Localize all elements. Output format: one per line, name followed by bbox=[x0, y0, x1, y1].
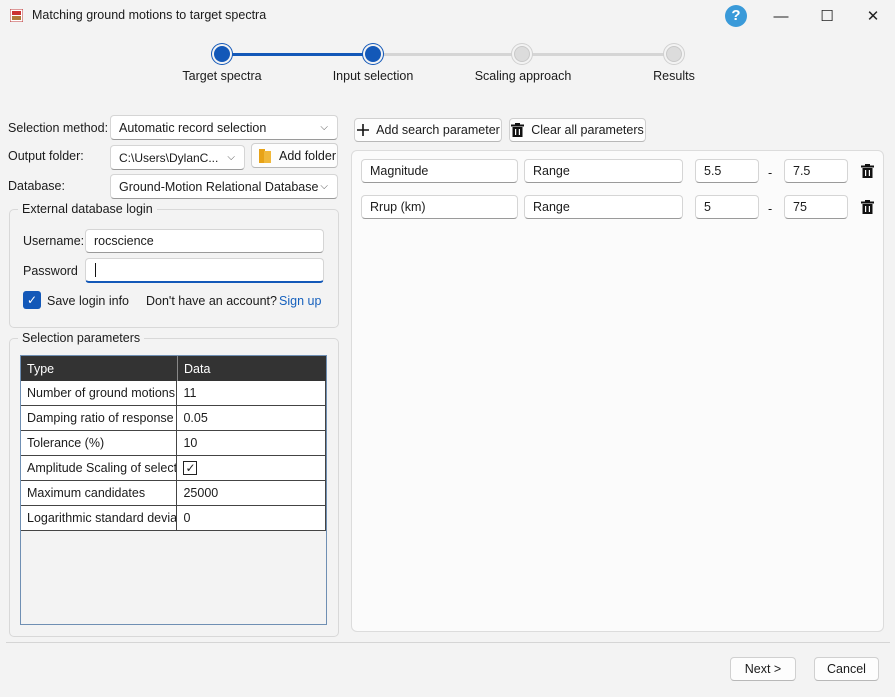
search-param-name: Rrup (km) bbox=[370, 200, 426, 214]
trash-icon bbox=[860, 200, 874, 214]
trash-icon bbox=[860, 164, 874, 178]
step-label-scaling-approach: Scaling approach bbox=[474, 69, 572, 83]
chevron-down-icon: ⌵ bbox=[320, 180, 328, 192]
search-param-max: 75 bbox=[793, 200, 807, 214]
save-login-label: Save login info bbox=[47, 294, 130, 308]
stepper-progress-line bbox=[222, 53, 374, 56]
table-row: Amplitude Scaling of selecte ✓ bbox=[21, 456, 326, 481]
column-header-type[interactable]: Type bbox=[21, 356, 178, 381]
help-icon[interactable]: ? bbox=[725, 5, 747, 27]
search-param-mode: Range bbox=[533, 200, 570, 214]
search-param-mode: Range bbox=[533, 164, 570, 178]
close-button[interactable]: ✕ bbox=[850, 0, 895, 32]
search-param-name: Magnitude bbox=[370, 164, 429, 178]
window-title: Matching ground motions to target spectr… bbox=[32, 8, 267, 22]
column-header-data[interactable]: Data bbox=[178, 356, 326, 381]
table-row: Maximum candidates 25000 bbox=[21, 481, 326, 506]
param-data-cell[interactable]: ✓ bbox=[177, 456, 326, 481]
table-row: Damping ratio of response s 0.05 bbox=[21, 406, 326, 431]
step-dot-input-selection[interactable] bbox=[365, 46, 381, 62]
clear-all-parameters-label: Clear all parameters bbox=[531, 123, 644, 137]
param-type-cell[interactable]: Number of ground motions bbox=[21, 381, 178, 406]
table-row: Tolerance (%) 10 bbox=[21, 431, 326, 456]
delete-row-button[interactable] bbox=[856, 196, 878, 218]
param-type-cell[interactable]: Amplitude Scaling of selecte bbox=[21, 456, 178, 481]
minimize-button[interactable]: — bbox=[758, 0, 804, 32]
selection-parameters-table: Type Data Number of ground motions 11 Da… bbox=[20, 355, 327, 625]
maximize-button[interactable]: ☐ bbox=[804, 0, 850, 32]
chevron-down-icon: ⌵ bbox=[320, 121, 328, 133]
folder-icon bbox=[259, 148, 271, 163]
search-param-min-input[interactable]: 5 bbox=[695, 195, 759, 219]
search-param-max: 7.5 bbox=[793, 164, 811, 178]
search-param-name-field[interactable]: Magnitude bbox=[361, 159, 518, 183]
username-label: Username: bbox=[23, 234, 85, 248]
output-folder-select[interactable]: C:\Users\DylanC... ⌵ bbox=[110, 145, 245, 170]
range-separator: - bbox=[768, 202, 773, 216]
table-row: Logarithmic standard deviati 0 bbox=[21, 506, 326, 531]
param-type-cell[interactable]: Logarithmic standard deviati bbox=[21, 506, 178, 531]
param-data-cell[interactable]: 25000 bbox=[177, 481, 326, 506]
password-input[interactable] bbox=[85, 258, 324, 283]
search-param-min: 5.5 bbox=[704, 164, 722, 178]
selection-parameters-title: Selection parameters bbox=[18, 331, 145, 345]
step-label-input-selection: Input selection bbox=[332, 69, 414, 83]
amplitude-scaling-checkbox[interactable]: ✓ bbox=[183, 461, 198, 475]
param-data-cell[interactable]: 11 bbox=[177, 381, 326, 406]
next-button[interactable]: Next > bbox=[730, 657, 796, 681]
add-search-parameter-label: Add search parameter bbox=[376, 123, 500, 137]
delete-row-button[interactable] bbox=[856, 160, 878, 182]
username-value: rocscience bbox=[94, 234, 154, 248]
param-type-cell[interactable]: Tolerance (%) bbox=[21, 431, 178, 456]
param-data-cell[interactable]: 0.05 bbox=[177, 406, 326, 431]
add-search-parameter-button[interactable]: Add search parameter bbox=[354, 118, 502, 142]
table-row: Number of ground motions 11 bbox=[21, 381, 326, 406]
step-dot-results[interactable] bbox=[666, 46, 682, 62]
trash-icon bbox=[511, 123, 525, 137]
add-folder-button[interactable]: Add folder bbox=[251, 143, 338, 168]
output-folder-label: Output folder: bbox=[8, 149, 84, 163]
database-label: Database: bbox=[8, 179, 65, 193]
search-param-min-input[interactable]: 5.5 bbox=[695, 159, 759, 183]
username-input[interactable]: rocscience bbox=[85, 229, 324, 253]
search-param-max-input[interactable]: 7.5 bbox=[784, 159, 848, 183]
add-folder-label: Add folder bbox=[279, 148, 336, 163]
password-label: Password bbox=[23, 264, 78, 278]
chevron-down-icon: ⌵ bbox=[227, 151, 235, 163]
selection-method-select[interactable]: Automatic record selection ⌵ bbox=[110, 115, 338, 140]
param-data-cell[interactable]: 10 bbox=[177, 431, 326, 456]
step-label-results: Results bbox=[653, 69, 695, 83]
search-param-name-field[interactable]: Rrup (km) bbox=[361, 195, 518, 219]
selection-method-label: Selection method: bbox=[8, 121, 109, 135]
footer-divider bbox=[6, 642, 890, 643]
search-param-mode-field[interactable]: Range bbox=[524, 195, 683, 219]
search-param-mode-field[interactable]: Range bbox=[524, 159, 683, 183]
cancel-button[interactable]: Cancel bbox=[814, 657, 879, 681]
database-select[interactable]: Ground-Motion Relational Database ⌵ bbox=[110, 174, 338, 199]
database-value: Ground-Motion Relational Database bbox=[119, 179, 319, 194]
plus-icon bbox=[357, 124, 370, 136]
text-cursor bbox=[95, 263, 96, 277]
sign-up-link[interactable]: Sign up bbox=[279, 294, 321, 308]
external-login-title: External database login bbox=[18, 202, 157, 216]
param-data-cell[interactable]: 0 bbox=[177, 506, 326, 531]
search-param-min: 5 bbox=[704, 200, 711, 214]
step-dot-target-spectra[interactable] bbox=[214, 46, 230, 62]
range-separator: - bbox=[768, 166, 773, 180]
step-dot-scaling-approach[interactable] bbox=[514, 46, 530, 62]
step-label-target-spectra: Target spectra bbox=[182, 69, 262, 83]
param-type-cell[interactable]: Maximum candidates bbox=[21, 481, 178, 506]
save-login-checkbox[interactable]: ✓ bbox=[23, 291, 41, 309]
clear-all-parameters-button[interactable]: Clear all parameters bbox=[509, 118, 646, 142]
app-icon bbox=[10, 9, 23, 22]
output-folder-value: C:\Users\DylanC... bbox=[119, 150, 219, 165]
selection-method-value: Automatic record selection bbox=[119, 120, 267, 135]
search-param-max-input[interactable]: 75 bbox=[784, 195, 848, 219]
param-type-cell[interactable]: Damping ratio of response s bbox=[21, 406, 178, 431]
no-account-text: Don't have an account? bbox=[146, 294, 277, 308]
search-parameters-panel bbox=[351, 150, 884, 632]
